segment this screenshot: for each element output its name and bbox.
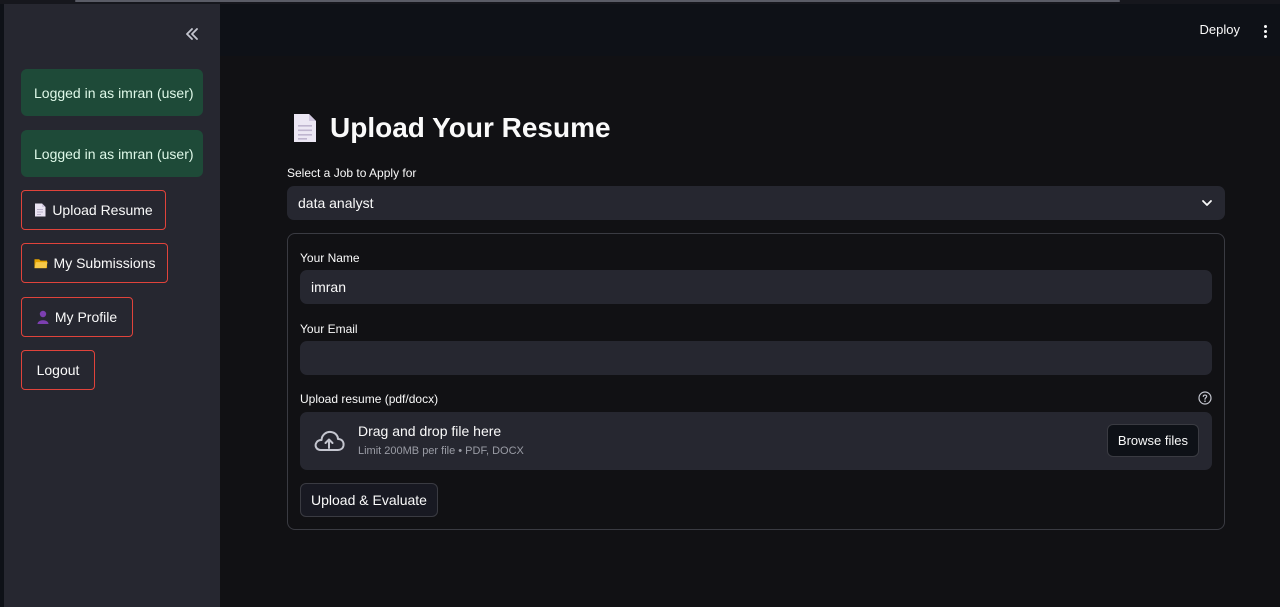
my-profile-label: My Profile <box>54 309 118 325</box>
browse-files-button[interactable]: Browse files <box>1106 424 1199 457</box>
my-profile-button[interactable]: My Profile <box>21 297 133 337</box>
my-submissions-label: My Submissions <box>53 255 156 271</box>
login-alert: Logged in as imran (user) <box>21 69 203 116</box>
upload-evaluate-label: Upload & Evaluate <box>311 492 427 508</box>
chevron-down-icon <box>1202 200 1212 206</box>
logout-button[interactable]: Logout <box>21 350 95 390</box>
job-select-value: data analyst <box>298 195 374 211</box>
logout-label: Logout <box>36 362 80 378</box>
double-chevron-left-icon <box>186 28 198 40</box>
browse-files-label: Browse files <box>1117 433 1188 448</box>
top-divider <box>75 0 1120 2</box>
upload-label: Upload resume (pdf/docx) <box>300 392 439 406</box>
page-title-text: Upload Your Resume <box>330 112 611 143</box>
collapse-sidebar-button[interactable] <box>180 22 204 46</box>
main-content: Upload Your Resume Select a Job to Apply… <box>220 56 1280 607</box>
file-dropzone[interactable]: Drag and drop file here Limit 200MB per … <box>300 412 1212 470</box>
job-select[interactable]: data analyst <box>287 186 1225 220</box>
upload-resume-label: Upload Resume <box>52 202 153 218</box>
app-header: Deploy <box>220 4 1280 56</box>
document-icon <box>34 203 46 217</box>
sidebar: Logged in as imran (user) Logged in as i… <box>4 4 220 607</box>
dropzone-title: Drag and drop file here <box>358 423 502 439</box>
name-label: Your Name <box>300 251 360 265</box>
name-input[interactable] <box>300 270 1212 304</box>
resume-form: Your Name Your Email Upload resume (pdf/… <box>287 233 1225 530</box>
upload-evaluate-button[interactable]: Upload & Evaluate <box>300 483 438 517</box>
kebab-menu-icon[interactable] <box>1259 20 1271 42</box>
email-label: Your Email <box>300 322 358 336</box>
folder-icon <box>34 256 48 270</box>
login-alert-text: Logged in as imran (user) <box>34 145 194 162</box>
job-select-label: Select a Job to Apply for <box>287 166 417 180</box>
page-title: Upload Your Resume <box>292 112 611 144</box>
my-submissions-button[interactable]: My Submissions <box>21 243 168 283</box>
person-icon <box>37 310 49 324</box>
document-icon <box>294 114 316 142</box>
cloud-upload-icon <box>314 430 345 451</box>
deploy-button[interactable]: Deploy <box>1200 22 1240 37</box>
login-alert-text: Logged in as imran (user) <box>34 84 194 101</box>
login-alert: Logged in as imran (user) <box>21 130 203 177</box>
email-input[interactable] <box>300 341 1212 375</box>
upload-resume-button[interactable]: Upload Resume <box>21 190 166 230</box>
help-icon[interactable] <box>1198 391 1212 405</box>
dropzone-limits: Limit 200MB per file • PDF, DOCX <box>358 445 524 457</box>
